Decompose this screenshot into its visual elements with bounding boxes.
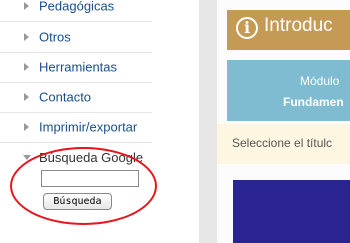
chevron-right-icon [24,33,29,41]
instruction-text: Seleccione el títulc [232,136,333,150]
sidebar-item-otros[interactable]: Otros [0,22,152,53]
chevron-right-icon [24,123,29,131]
google-search-section: Búsqueda Google Búsqueda [0,142,156,243]
content-panel [233,180,350,243]
chevron-right-icon [24,2,29,10]
sidebar-item-label: Herramientas [39,59,118,75]
sidebar-item-label: Imprimir/exportar [39,119,138,135]
instruction-box: Seleccione el títulc [217,124,350,164]
search-input[interactable] [41,170,139,187]
sidebar-item-contacto[interactable]: Contacto [0,82,152,113]
search-section-title: Búsqueda Google [39,150,144,165]
chevron-right-icon [24,63,29,71]
module-title: Fundamen [283,95,344,109]
search-button[interactable]: Búsqueda [43,193,112,210]
module-box: Módulo Fundamen [227,60,350,121]
intro-header[interactable]: i Introduc [227,10,350,50]
info-icon: i [236,17,258,39]
chevron-down-icon[interactable] [23,155,31,160]
sidebar-item-pedagogicas[interactable]: Pedagógicas [0,0,152,22]
sidebar-item-label: Contacto [39,89,92,105]
intro-title: Introduc [264,15,333,36]
module-label: Módulo [300,74,340,88]
sidebar-item-imprimir-exportar[interactable]: Imprimir/exportar [0,112,152,143]
sidebar: Pedagógicas Otros Herramientas Contacto … [0,0,156,243]
sidebar-item-label: Otros [39,29,71,45]
main-content: i Introduc Módulo Fundamen Seleccione el… [217,0,350,243]
sidebar-item-herramientas[interactable]: Herramientas [0,52,152,83]
chevron-right-icon [24,93,29,101]
sidebar-item-label: Pedagógicas [39,0,115,14]
divider [199,0,217,243]
